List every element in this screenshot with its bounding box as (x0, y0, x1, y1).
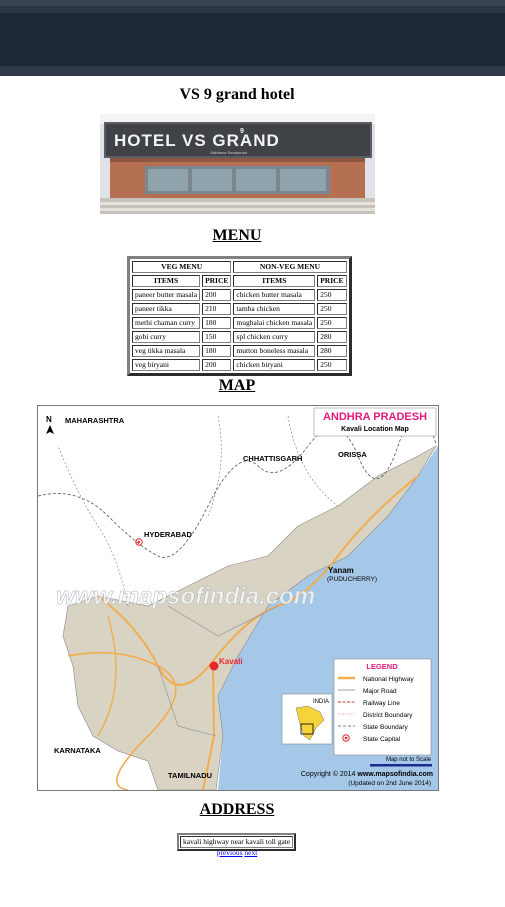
nonveg-item-cell: mughalai chicken masala (233, 317, 316, 329)
nonveg-price-cell: 250 (317, 289, 347, 301)
top-bar-bottom-edge (0, 66, 505, 76)
map-updated-note: (Updated on 2nd June 2014) (348, 780, 431, 787)
page-title: VS 9 grand hotel (179, 86, 295, 103)
veg-price-cell: 180 (202, 317, 232, 329)
veg-price-cell: 210 (202, 303, 232, 315)
veg-item-cell: methi chaman curry (132, 317, 201, 329)
legend-item: District Boundary (363, 712, 413, 719)
nonveg-menu-header: NON-VEG MENU (233, 261, 347, 273)
address-heading: ADDRESS (199, 801, 275, 818)
table-row: gobi curry 150 spl chicken curry 280 (132, 331, 347, 343)
veg-item-cell: veg biryani (132, 359, 201, 371)
map-watermark: www.mapsofindia.com (56, 583, 315, 610)
label-kavali: Kavali (219, 657, 243, 666)
scale-note: Map not to Scale (386, 757, 432, 763)
nonveg-price-cell: 280 (317, 345, 347, 357)
nonveg-item-cell: spl chicken curry (233, 331, 316, 343)
veg-item-cell: paneer butter masala (132, 289, 201, 301)
hotel-sign-text: HOTEL VS GRAND (114, 131, 280, 150)
nonveg-item-cell: mutton boneless masala (233, 345, 316, 357)
legend-item: State Boundary (363, 724, 409, 731)
col-items-header: ITEMS (132, 275, 201, 287)
table-row: methi chaman curry 180 mughalai chicken … (132, 317, 347, 329)
kavali-location-map: ANDHRA PRADESH Kavali Location Map N MAH… (37, 405, 439, 791)
label-maharashtra: MAHARASHTRA (65, 416, 125, 425)
legend-item: State Capital (363, 736, 401, 743)
hotel-sign-superscript: 9 (240, 128, 244, 135)
col-price-header: PRICE (317, 275, 347, 287)
veg-item-cell: veg tikka masala (132, 345, 201, 357)
legend-item: Major Road (363, 688, 397, 695)
menu-table: VEG MENU NON-VEG MENU ITEMS PRICE ITEMS … (127, 256, 352, 376)
nonveg-price-cell: 250 (317, 317, 347, 329)
menu-heading: MENU (212, 227, 262, 244)
label-chhattisgarh: CHHATTISGARH (243, 454, 302, 463)
veg-menu-header: VEG MENU (132, 261, 232, 273)
veg-price-cell: 150 (202, 331, 232, 343)
nonveg-item-cell: chicken butter masala (233, 289, 316, 301)
veg-price-cell: 180 (202, 345, 232, 357)
label-orissa: ORISSA (338, 450, 367, 459)
inset-label-india: INDIA (313, 699, 329, 705)
veg-item-cell: gobi curry (132, 331, 201, 343)
nonveg-item-cell: tamba chicken (233, 303, 316, 315)
veg-price-cell: 200 (202, 359, 232, 371)
table-row: paneer butter masala 200 chicken butter … (132, 289, 347, 301)
nonveg-item-cell: chicken biryani (233, 359, 316, 371)
hotel-sign-subtext: Vaibhava Restaurant (210, 150, 248, 155)
veg-item-cell: paneer tikka (132, 303, 201, 315)
previous-link[interactable]: previous (217, 848, 243, 857)
north-arrow-label: N (46, 415, 52, 424)
address-text: kavali highway near kavali toll gate (180, 836, 294, 848)
legend-item: National Highway (363, 676, 414, 683)
map-subtitle: Kavali Location Map (341, 426, 409, 433)
map-heading: MAP (218, 377, 256, 394)
col-items-header: ITEMS (233, 275, 316, 287)
next-link[interactable]: next (244, 848, 257, 857)
label-tamilnadu: TAMILNADU (168, 771, 212, 780)
legend-title: LEGEND (366, 662, 398, 671)
map-copyright: Copyright © 2014 www.mapsofindia.com (301, 770, 433, 778)
table-row: veg biryani 200 chicken biryani 250 (132, 359, 347, 371)
label-karnataka: KARNATAKA (54, 746, 101, 755)
label-puducherry: (PUDUCHERRY) (327, 576, 377, 583)
label-yanam: Yanam (328, 566, 354, 575)
nonveg-price-cell: 280 (317, 331, 347, 343)
page-navigation: previous next (0, 848, 474, 857)
hotel-photo: HOTEL VS GRAND 9 Vaibhava Restaurant (100, 114, 375, 214)
table-row: paneer tikka 210 tamba chicken 250 (132, 303, 347, 315)
legend-item: Railway Line (363, 700, 400, 707)
browser-top-bar (0, 0, 505, 76)
col-price-header: PRICE (202, 275, 232, 287)
label-hyderabad: HYDERABAD (144, 530, 193, 539)
map-title: ANDHRA PRADESH (323, 411, 427, 423)
top-bar-strip-2 (0, 6, 505, 13)
nonveg-price-cell: 250 (317, 359, 347, 371)
kavali-marker-icon (209, 661, 219, 671)
table-row: veg tikka masala 180 mutton boneless mas… (132, 345, 347, 357)
nonveg-price-cell: 250 (317, 303, 347, 315)
veg-price-cell: 200 (202, 289, 232, 301)
